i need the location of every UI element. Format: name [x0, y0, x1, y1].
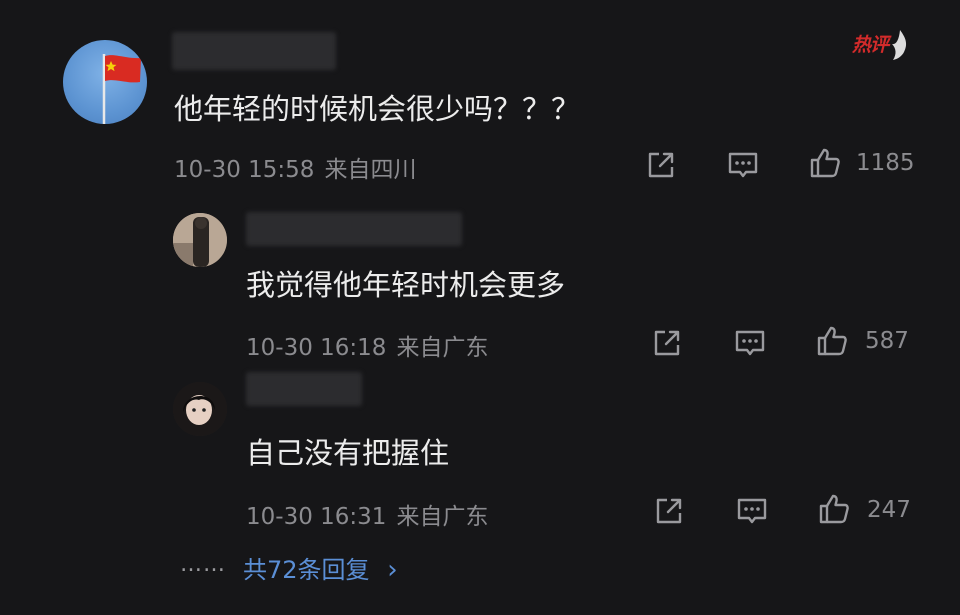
share-icon[interactable]	[650, 326, 684, 360]
thumbs-up-icon[interactable]	[808, 146, 842, 180]
comment-location: 来自广东	[396, 504, 489, 530]
comment-meta: 10-30 15:58 来自四川	[174, 150, 416, 184]
comment-icon[interactable]	[735, 494, 769, 528]
thumbs-up-icon[interactable]	[817, 492, 851, 526]
like-count: 247	[867, 497, 911, 523]
avatar[interactable]	[173, 382, 227, 436]
view-more-replies-link[interactable]: 共72条回复 ›	[243, 550, 398, 585]
more-replies-label: 共72条回复	[243, 556, 370, 584]
comment-icon[interactable]	[733, 326, 767, 360]
share-icon[interactable]	[644, 148, 678, 182]
avatar-photo	[173, 382, 227, 436]
share-icon[interactable]	[652, 494, 686, 528]
comment-location: 来自四川	[324, 157, 417, 183]
avatar[interactable]	[173, 213, 227, 267]
username-blurred[interactable]	[246, 372, 362, 406]
comment-text: 自己没有把握住	[246, 436, 450, 470]
thumbs-up-icon[interactable]	[815, 324, 849, 358]
comment-time: 10-30 16:18	[246, 335, 387, 361]
flame-icon	[892, 30, 907, 60]
comment-text: 他年轻的时候机会很少吗？？？	[174, 92, 581, 126]
watermark-logo: 热评	[852, 34, 889, 56]
avatar[interactable]	[63, 40, 147, 124]
comment-text: 我觉得他年轻时机会更多	[246, 268, 566, 302]
comment-meta: 10-30 16:18 来自广东	[246, 328, 488, 362]
username-blurred[interactable]	[246, 212, 462, 246]
username-blurred[interactable]	[172, 32, 336, 70]
like-count: 587	[865, 328, 909, 354]
comment-time: 10-30 16:31	[246, 504, 387, 530]
comment-time: 10-30 15:58	[174, 157, 315, 183]
more-dots: ……	[180, 552, 226, 577]
avatar-photo	[173, 213, 227, 267]
comment-icon[interactable]	[726, 148, 760, 182]
comment-meta: 10-30 16:31 来自广东	[246, 497, 488, 531]
like-count: 1185	[856, 150, 915, 176]
chevron-right-icon: ›	[387, 555, 398, 585]
flag-image	[102, 54, 141, 124]
comment-location: 来自广东	[396, 335, 489, 361]
